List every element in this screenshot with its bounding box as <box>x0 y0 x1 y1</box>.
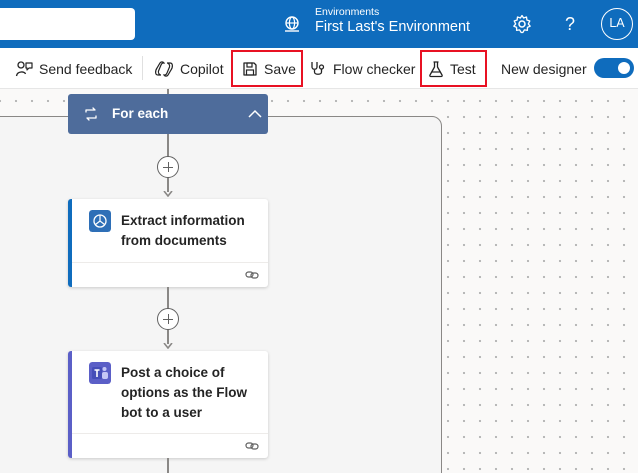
environment-caption: Environments <box>315 6 380 18</box>
collapse-button[interactable] <box>244 94 268 134</box>
copilot-button[interactable]: Copilot <box>154 48 224 89</box>
teams-icon <box>89 362 111 384</box>
for-each-card[interactable]: For each <box>68 94 268 134</box>
new-designer-label: New designer <box>501 60 587 77</box>
toggle-knob <box>618 62 630 74</box>
action-card-extract-information[interactable]: Extract information from documents <box>68 199 268 287</box>
stethoscope-icon <box>311 61 325 75</box>
command-bar: Send feedback Copilot Save Flow checker … <box>0 48 638 89</box>
card-footer <box>72 262 268 287</box>
insert-step-button[interactable] <box>157 308 179 330</box>
arrow-down-icon <box>163 343 173 349</box>
new-designer-toggle[interactable] <box>594 58 634 78</box>
environment-globe-icon[interactable] <box>282 14 302 34</box>
copilot-icon <box>155 60 173 77</box>
top-header: Environments First Last's Environment ? … <box>0 0 638 48</box>
send-feedback-button[interactable]: Send feedback <box>15 48 132 89</box>
connector-line <box>167 458 169 473</box>
environment-name[interactable]: First Last's Environment <box>315 19 470 35</box>
flow-checker-label: Flow checker <box>333 60 416 77</box>
connection-link-icon[interactable] <box>245 269 259 281</box>
card-footer <box>72 433 268 458</box>
user-avatar[interactable]: LA <box>601 8 633 40</box>
chevron-up-icon <box>248 109 262 118</box>
help-button[interactable]: ? <box>560 12 580 36</box>
test-highlight-box <box>420 50 487 87</box>
search-input[interactable] <box>0 8 135 40</box>
arrow-down-icon <box>163 191 173 197</box>
send-feedback-label: Send feedback <box>39 60 133 77</box>
save-highlight-box <box>231 50 303 87</box>
settings-gear-icon[interactable] <box>511 13 533 35</box>
command-divider <box>142 56 143 80</box>
flow-checker-button[interactable]: Flow checker <box>309 48 415 89</box>
action-title: Post a choice of options as the Flow bot… <box>121 365 248 420</box>
loop-icon <box>85 107 97 121</box>
insert-step-button[interactable] <box>157 156 179 178</box>
action-title: Extract information from documents <box>121 213 245 248</box>
feedback-person-icon <box>15 60 33 76</box>
connection-link-icon[interactable] <box>245 440 259 452</box>
copilot-label: Copilot <box>180 60 224 77</box>
ai-builder-icon <box>89 210 111 232</box>
action-card-post-choice-options[interactable]: Post a choice of options as the Flow bot… <box>68 351 268 458</box>
for-each-title: For each <box>112 106 169 121</box>
